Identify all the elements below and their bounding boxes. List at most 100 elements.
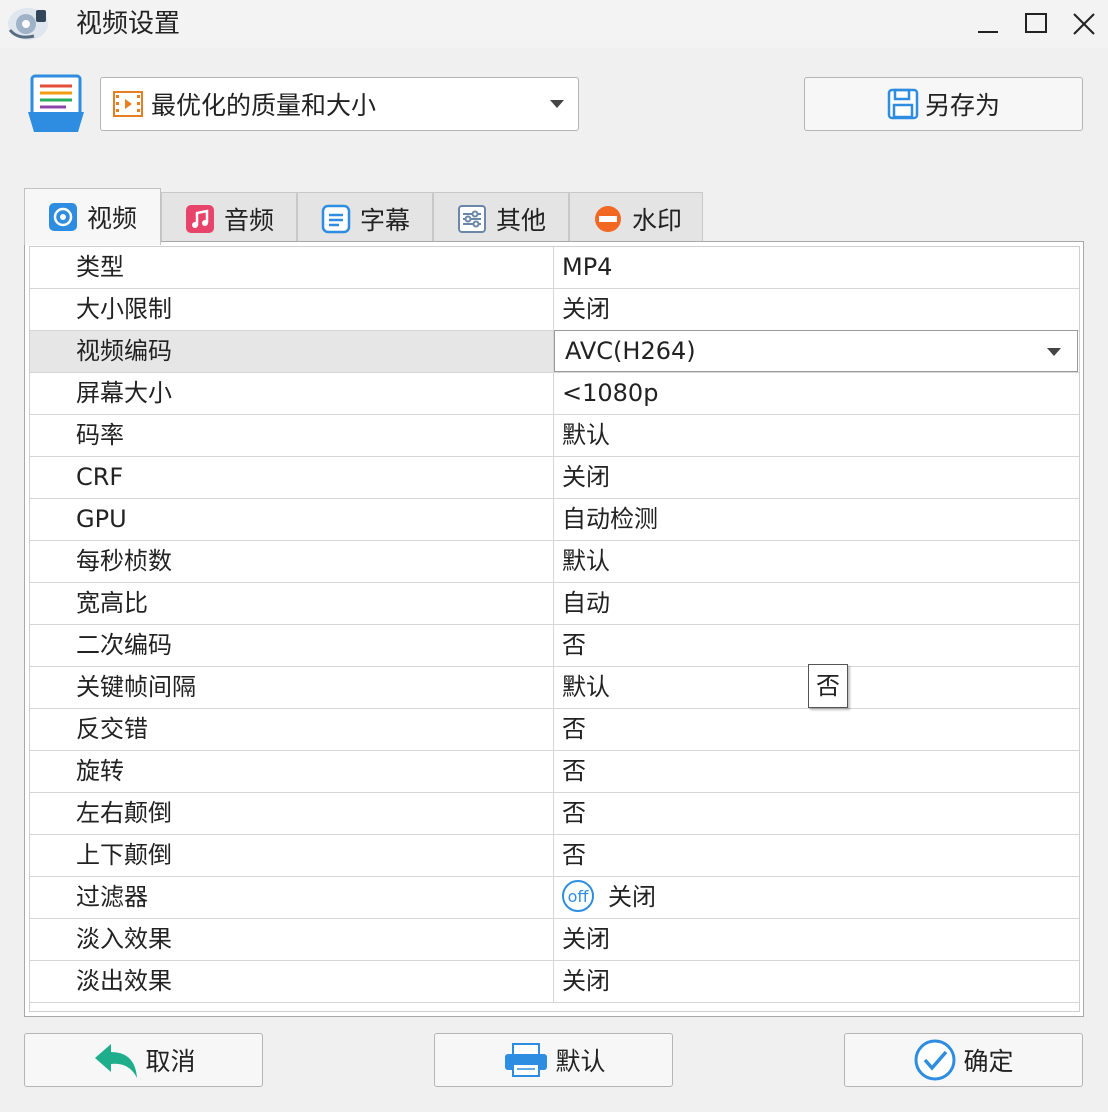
setting-row-flip-horizontal[interactable]: 左右颠倒 否	[30, 793, 1079, 835]
setting-key: 反交错	[30, 709, 554, 750]
setting-value: 自动检测	[562, 505, 658, 533]
music-note-icon	[184, 203, 216, 235]
setting-key: 大小限制	[30, 289, 554, 330]
subtitle-icon	[320, 203, 352, 235]
setting-row-screen-size[interactable]: 屏幕大小 <1080p	[30, 373, 1079, 415]
setting-key: 二次编码	[30, 625, 554, 666]
setting-row-keyframe-interval[interactable]: 关键帧间隔 默认	[30, 667, 1079, 709]
film-icon	[113, 91, 143, 117]
ok-label: 确定	[963, 1047, 1014, 1076]
undo-arrow-icon	[95, 1044, 138, 1078]
title-bar: 视频设置	[0, 0, 1108, 48]
setting-row-fps[interactable]: 每秒桢数 默认	[30, 541, 1079, 583]
converter-app-icon	[6, 6, 50, 42]
setting-key: 类型	[30, 247, 554, 288]
setting-value: 否	[562, 841, 586, 869]
setting-key: 左右颠倒	[30, 793, 554, 834]
check-circle-icon	[914, 1039, 956, 1081]
setting-key: 每秒桢数	[30, 541, 554, 582]
setting-value: 默认	[562, 421, 610, 449]
default-label: 默认	[555, 1047, 606, 1076]
setting-value: 关闭	[562, 295, 610, 323]
setting-value: 关闭	[562, 925, 610, 953]
off-toggle-icon[interactable]: off	[562, 880, 594, 912]
watermark-icon	[592, 203, 624, 235]
settings-grid-body: 类型 MP4 大小限制 关闭 视频编码 AVC(H264) 屏幕大小 <1080…	[29, 246, 1080, 1012]
setting-value: 否	[562, 799, 586, 827]
cancel-button[interactable]: 取消	[24, 1033, 263, 1087]
printer-icon	[505, 1043, 548, 1077]
setting-value: 否	[562, 757, 586, 785]
setting-key: GPU	[30, 499, 554, 540]
save-icon	[887, 88, 919, 120]
setting-value: 关闭	[562, 463, 610, 491]
video-codec-dropdown[interactable]: AVC(H264)	[554, 330, 1078, 372]
video-codec-value: AVC(H264)	[565, 337, 696, 365]
setting-key: CRF	[30, 457, 554, 498]
preset-select[interactable]: 最优化的质量和大小	[100, 77, 579, 131]
tab-subtitle[interactable]: 字幕	[297, 192, 433, 244]
setting-value: 自动	[562, 589, 610, 617]
tab-watermark[interactable]: 水印	[569, 192, 703, 244]
setting-row-aspect-ratio[interactable]: 宽高比 自动	[30, 583, 1079, 625]
tab-video[interactable]: 视频	[24, 188, 161, 245]
window-title: 视频设置	[76, 9, 181, 39]
setting-value: <1080p	[562, 379, 659, 407]
default-button[interactable]: 默认	[434, 1033, 673, 1087]
video-icon	[47, 201, 79, 233]
tab-label: 水印	[632, 205, 683, 235]
setting-value: 否	[562, 631, 586, 659]
maximize-icon	[1025, 13, 1047, 33]
setting-row-rotate[interactable]: 旋转 否	[30, 751, 1079, 793]
tab-label: 其他	[496, 205, 547, 235]
setting-key: 上下颠倒	[30, 835, 554, 876]
save-as-button[interactable]: 另存为	[804, 77, 1083, 131]
setting-key: 过滤器	[30, 877, 554, 918]
tooltip: 否	[808, 664, 848, 708]
maximize-button[interactable]	[1012, 4, 1060, 44]
setting-row-two-pass[interactable]: 二次编码 否	[30, 625, 1079, 667]
setting-key: 淡入效果	[30, 919, 554, 960]
close-button[interactable]	[1060, 4, 1108, 44]
setting-row-video-codec[interactable]: 视频编码 AVC(H264)	[30, 330, 1079, 373]
setting-row-fade-out[interactable]: 淡出效果 关闭	[30, 961, 1079, 1003]
setting-value: MP4	[562, 253, 613, 281]
setting-key: 旋转	[30, 751, 554, 792]
setting-row-fade-in[interactable]: 淡入效果 关闭	[30, 919, 1079, 961]
setting-row-gpu[interactable]: GPU 自动检测	[30, 499, 1079, 541]
settings-grid: 类型 MP4 大小限制 关闭 视频编码 AVC(H264) 屏幕大小 <1080…	[24, 241, 1084, 1017]
setting-row-type[interactable]: 类型 MP4	[30, 247, 1079, 289]
minimize-button[interactable]	[964, 4, 1012, 44]
setting-key: 关键帧间隔	[30, 667, 554, 708]
minimize-icon	[978, 31, 998, 33]
setting-row-filter[interactable]: 过滤器 off 关闭	[30, 877, 1079, 919]
cancel-label: 取消	[145, 1047, 196, 1076]
setting-row-flip-vertical[interactable]: 上下颠倒 否	[30, 835, 1079, 877]
chevron-down-icon	[550, 100, 564, 108]
setting-row-bitrate[interactable]: 码率 默认	[30, 415, 1079, 457]
tab-label: 字幕	[360, 205, 411, 235]
sliders-icon	[456, 203, 488, 235]
setting-key: 码率	[30, 415, 554, 456]
ok-button[interactable]: 确定	[844, 1033, 1083, 1087]
setting-row-crf[interactable]: CRF 关闭	[30, 457, 1079, 499]
setting-row-size-limit[interactable]: 大小限制 关闭	[30, 289, 1079, 331]
setting-key: 淡出效果	[30, 961, 554, 1002]
setting-value: 否	[562, 715, 586, 743]
tab-label: 音频	[224, 205, 275, 235]
save-as-label: 另存为	[924, 91, 1000, 120]
setting-value: 默认	[562, 547, 610, 575]
preset-list-icon	[26, 72, 86, 134]
close-icon	[1073, 13, 1095, 35]
setting-row-deinterlace[interactable]: 反交错 否	[30, 709, 1079, 751]
setting-key: 视频编码	[30, 331, 554, 372]
setting-value-filter: off 关闭	[554, 877, 1079, 918]
preset-value: 最优化的质量和大小	[151, 91, 377, 120]
tab-other[interactable]: 其他	[433, 192, 569, 244]
setting-key: 屏幕大小	[30, 373, 554, 414]
filter-value: 关闭	[608, 883, 656, 911]
setting-value: 关闭	[562, 967, 610, 995]
tab-label: 视频	[87, 204, 138, 233]
tab-audio[interactable]: 音频	[161, 192, 297, 244]
setting-key: 宽高比	[30, 583, 554, 624]
